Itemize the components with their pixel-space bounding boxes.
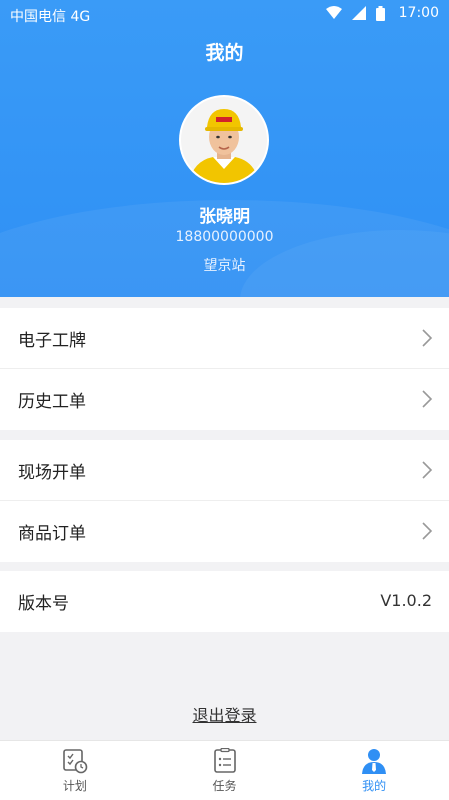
battery-icon [375, 5, 385, 21]
page-title: 我的 [205, 42, 244, 64]
tab-task[interactable]: 任务 [150, 741, 300, 800]
chevron-right-icon [422, 390, 433, 408]
tab-plan[interactable]: 计划 [0, 741, 150, 800]
plan-icon [63, 749, 88, 774]
chevron-right-icon [422, 461, 433, 479]
user-station: 望京站 [203, 258, 246, 274]
menu-item-label: 现场开单 [18, 462, 86, 483]
user-phone: 18800000000 [175, 229, 274, 245]
tab-label: 任务 [212, 779, 237, 793]
wifi-icon [325, 6, 342, 19]
version-label: 版本号 [18, 594, 69, 614]
clock: 17:00 [398, 5, 439, 21]
signal-icon [351, 6, 366, 20]
version-section: 版本号 V1.0.2 [0, 571, 449, 632]
tab-profile[interactable]: 我的 [299, 741, 449, 800]
tab-label: 计划 [62, 779, 87, 793]
tab-label: 我的 [362, 779, 387, 793]
chevron-right-icon [422, 522, 433, 540]
menu-group-2: 现场开单 商品订单 [0, 440, 449, 562]
menu-item-history-orders[interactable]: 历史工单 [0, 369, 449, 430]
version-row: 版本号 V1.0.2 [0, 571, 449, 632]
menu-group-1: 电子工牌 历史工单 [0, 308, 449, 430]
user-name: 张晓明 [199, 207, 250, 227]
menu-item-onsite-order[interactable]: 现场开单 [0, 440, 449, 501]
version-value: V1.0.2 [380, 591, 432, 610]
profile-icon [362, 749, 387, 774]
menu-item-product-orders[interactable]: 商品订单 [0, 501, 449, 562]
avatar-portrait-icon [181, 97, 267, 183]
menu-item-label: 商品订单 [18, 524, 86, 544]
menu-item-label: 电子工牌 [18, 330, 86, 351]
status-bar: 中国电信 4G 17:00 [0, 0, 449, 30]
menu-item-label: 历史工单 [18, 392, 86, 412]
chevron-right-icon [422, 329, 433, 347]
task-icon [213, 748, 236, 773]
carrier-label: 中国电信 4G [10, 9, 91, 25]
logout-button[interactable]: 退出登录 [0, 702, 449, 726]
profile-header: 中国电信 4G 17:00 我的 张晓明 18800000000 望京站 [0, 0, 449, 297]
bottom-tab-bar: 计划 任务 我的 [0, 740, 449, 800]
avatar[interactable] [179, 95, 269, 185]
menu-item-electronic-badge[interactable]: 电子工牌 [0, 308, 449, 369]
